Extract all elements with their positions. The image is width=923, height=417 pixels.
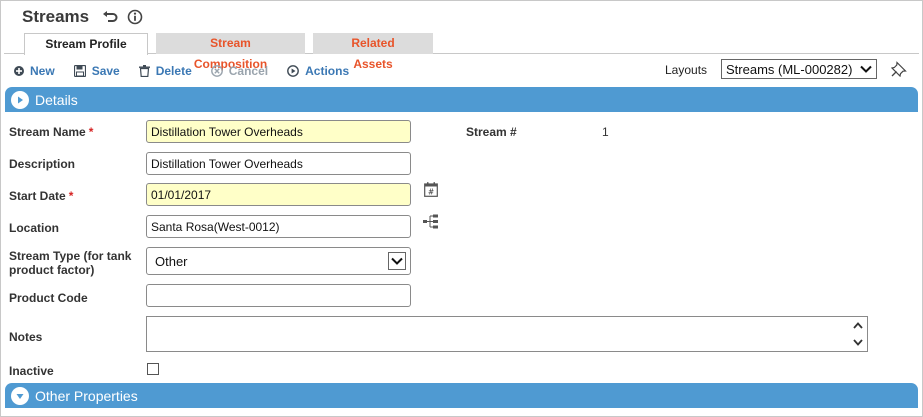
chevron-down-icon[interactable]	[852, 336, 864, 348]
page-title: Streams	[22, 7, 90, 26]
hierarchy-tree-icon[interactable]	[423, 214, 439, 232]
stream-number-label: Stream #	[466, 125, 517, 139]
chevron-down-icon	[388, 252, 406, 273]
title-row: Streams	[22, 6, 143, 28]
cancel-circle-icon	[210, 65, 223, 77]
new-button[interactable]: New	[14, 64, 55, 78]
required-marker: *	[68, 189, 74, 203]
expand-arrow-icon	[11, 90, 29, 109]
floppy-disk-icon	[73, 65, 86, 77]
cancel-label: Cancel	[228, 64, 269, 78]
other-properties-section-header[interactable]: Other Properties	[5, 383, 918, 408]
inactive-label: Inactive	[9, 364, 54, 378]
description-input[interactable]	[146, 152, 411, 175]
start-date-label: Start Date *	[9, 189, 73, 203]
info-icon[interactable]	[127, 9, 143, 25]
details-section-header[interactable]: Details	[5, 87, 918, 112]
stream-type-select[interactable]: Other	[146, 247, 411, 275]
cancel-button[interactable]: Cancel	[210, 64, 269, 78]
svg-text:#: #	[428, 188, 434, 197]
required-marker: *	[88, 125, 94, 139]
toolbar: New Save Delete Cancel Actions	[14, 63, 368, 79]
product-code-label: Product Code	[9, 291, 88, 305]
location-input[interactable]	[146, 215, 411, 238]
tab-stream-profile[interactable]: Stream Profile	[24, 33, 148, 55]
new-label: New	[30, 64, 55, 78]
notes-label: Notes	[9, 330, 43, 344]
notes-scroll-arrows[interactable]	[852, 320, 864, 348]
delete-button[interactable]: Delete	[138, 64, 192, 78]
stream-type-selected-value: Other	[155, 253, 188, 269]
collapse-arrow-icon	[11, 386, 29, 405]
play-circle-icon	[287, 65, 300, 77]
save-button[interactable]: Save	[73, 64, 120, 78]
product-code-input[interactable]	[146, 284, 411, 307]
inactive-checkbox[interactable]	[147, 363, 159, 375]
stream-type-label-line2: product factor)	[9, 263, 95, 277]
actions-label: Actions	[305, 64, 350, 78]
chevron-down-icon	[859, 62, 873, 79]
calendar-icon[interactable]: #	[424, 182, 438, 200]
details-section-title: Details	[35, 91, 78, 108]
notes-textarea[interactable]	[146, 316, 868, 352]
other-properties-section-title: Other Properties	[35, 387, 138, 404]
description-label: Description	[9, 157, 76, 171]
tab-related-assets[interactable]: Related Assets	[313, 33, 433, 71]
stream-name-input[interactable]	[146, 120, 411, 143]
back-arrow-icon[interactable]	[101, 10, 118, 25]
stream-number-value: 1	[602, 125, 609, 139]
start-date-input[interactable]	[146, 183, 411, 206]
save-label: Save	[91, 64, 120, 78]
trash-icon	[138, 65, 150, 77]
actions-button[interactable]: Actions	[287, 64, 349, 78]
layouts-selected-value: Streams (ML-000282)	[726, 61, 853, 77]
tab-stream-composition[interactable]: Stream Composition	[156, 33, 305, 71]
plus-circle-icon	[14, 66, 24, 76]
stream-type-label-line1: Stream Type (for tank	[9, 249, 132, 263]
delete-label: Delete	[155, 64, 192, 78]
start-date-label-text: Start Date	[9, 189, 66, 203]
layouts-label: Layouts	[665, 63, 708, 77]
pin-icon[interactable]	[890, 61, 907, 80]
location-label: Location	[9, 221, 59, 235]
stream-name-label: Stream Name *	[9, 125, 93, 139]
stream-name-label-text: Stream Name	[9, 125, 86, 139]
tab-bar: Stream Profile Stream Composition Relate…	[24, 33, 441, 71]
stream-type-label: Stream Type (for tank product factor)	[9, 249, 131, 277]
layouts-select[interactable]: Streams (ML-000282)	[721, 59, 877, 79]
chevron-up-icon[interactable]	[852, 320, 864, 332]
